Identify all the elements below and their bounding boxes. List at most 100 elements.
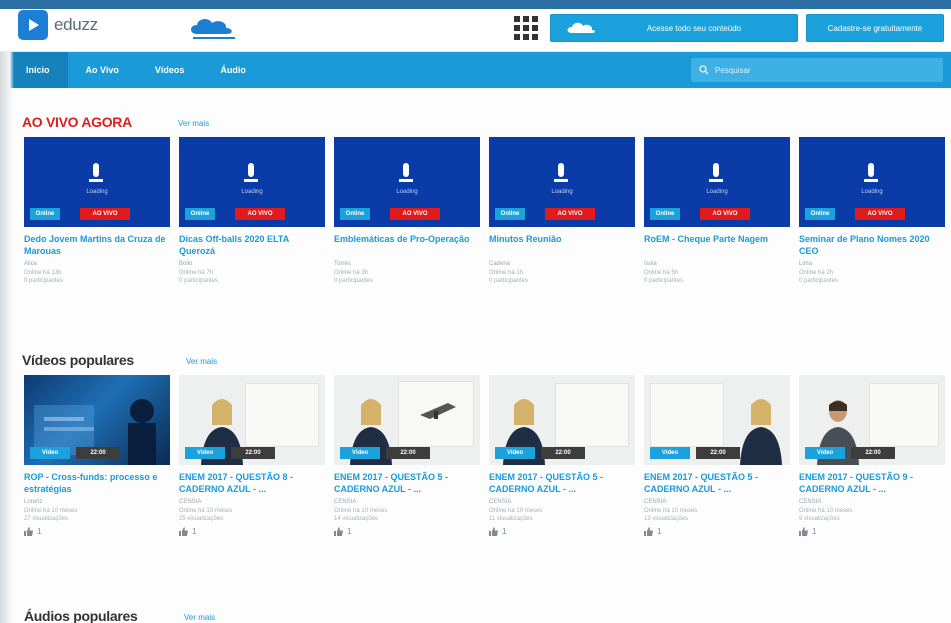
live-card-author[interactable]: Bolio xyxy=(179,261,325,269)
like-row[interactable]: 1 xyxy=(24,527,170,536)
live-card[interactable]: Loading Online AO VIVO Emblemáticas de P… xyxy=(334,137,480,285)
video-card-title[interactable]: ENEM 2017 - QUESTÃO 9 - CADERNO AZUL - .… xyxy=(799,471,945,495)
cloud-access-button[interactable]: Acesse todo seu conteúdo xyxy=(550,14,798,42)
live-caption: Loading xyxy=(86,189,108,195)
video-card-title[interactable]: ENEM 2017 - QUESTÃO 5 - CADERNO AZUL - .… xyxy=(644,471,790,495)
video-card-author[interactable]: CENSIA xyxy=(334,499,480,507)
live-card[interactable]: Loading Online AO VIVO RoEM - Cheque Par… xyxy=(644,137,790,285)
cloud-access-label: Acesse todo seu conteúdo xyxy=(646,23,742,33)
duration-badge: 22:00 xyxy=(851,447,895,459)
video-thumbnail[interactable]: Vídeo 22:00 xyxy=(179,375,325,465)
video-thumbnail[interactable]: Vídeo 22:00 xyxy=(799,375,945,465)
like-count: 1 xyxy=(812,527,817,536)
video-thumbnail[interactable]: Vídeo 22:00 xyxy=(334,375,480,465)
live-card-author[interactable]: Cadena xyxy=(489,261,635,269)
nav-live[interactable]: Ao Vivo xyxy=(68,52,137,88)
live-card[interactable]: Loading Online AO VIVO Minutos Reunião C… xyxy=(489,137,635,285)
online-badge: Online xyxy=(805,208,835,220)
like-count: 1 xyxy=(657,527,662,536)
live-badge: AO VIVO xyxy=(80,208,130,220)
live-card-title[interactable]: Seminar de Plano Nomes 2020 CEO xyxy=(799,233,945,257)
live-card-viewers: 0 participantes xyxy=(489,278,529,284)
nav-videos[interactable]: Vídeos xyxy=(137,52,203,88)
live-thumbnail[interactable]: Loading Online AO VIVO xyxy=(24,137,170,227)
live-see-all-link[interactable]: Ver mais xyxy=(178,119,209,128)
broadcast-icon xyxy=(89,163,103,182)
live-badge: AO VIVO xyxy=(700,208,750,220)
search-input[interactable]: Pesquisar xyxy=(691,58,943,82)
live-card-time: Online há 5h xyxy=(644,270,679,276)
live-card-time: Online há 3h xyxy=(334,270,369,276)
thumbs-up-icon xyxy=(799,527,808,536)
presenter-image xyxy=(740,399,782,465)
thumbs-up-icon xyxy=(644,527,653,536)
video-card[interactable]: Vídeo 22:00 ENEM 2017 - QUESTÃO 5 - CADE… xyxy=(334,375,480,536)
video-card-author[interactable]: CENSIA xyxy=(179,499,325,507)
search-placeholder: Pesquisar xyxy=(715,65,751,75)
video-card-author[interactable]: CENSIA xyxy=(644,499,790,507)
video-card[interactable]: Vídeo 22:00 ENEM 2017 - QUESTÃO 8 - CADE… xyxy=(179,375,325,536)
broadcast-icon xyxy=(554,163,568,182)
video-card-time: Online há 10 meses xyxy=(644,508,698,514)
brand-logo[interactable]: eduzz xyxy=(18,9,98,41)
search-icon xyxy=(699,65,709,75)
video-card-time: Online há 10 meses xyxy=(489,508,543,514)
live-card-title[interactable]: Minutos Reunião xyxy=(489,233,635,257)
video-card-time: Online há 10 meses xyxy=(334,508,388,514)
live-thumbnail[interactable]: Loading Online AO VIVO xyxy=(179,137,325,227)
signup-button[interactable]: Cadastre-se gratuitamente xyxy=(806,14,944,42)
live-thumbnail[interactable]: Loading Online AO VIVO xyxy=(799,137,945,227)
live-caption: Loading xyxy=(861,189,883,195)
live-card-author[interactable]: Lima xyxy=(799,261,945,269)
live-card[interactable]: Loading Online AO VIVO Dicas Off-balls 2… xyxy=(179,137,325,285)
live-thumbnail[interactable]: Loading Online AO VIVO xyxy=(489,137,635,227)
video-card[interactable]: Vídeo 22:00 ENEM 2017 - QUESTÃO 5 - CADE… xyxy=(644,375,790,536)
video-thumbnail[interactable]: Vídeo 22:00 xyxy=(24,375,170,465)
live-thumbnail[interactable]: Loading Online AO VIVO xyxy=(644,137,790,227)
diagram-image xyxy=(420,403,456,419)
video-card-title[interactable]: ENEM 2017 - QUESTÃO 5 - CADERNO AZUL - .… xyxy=(334,471,480,495)
live-card-author[interactable]: Alice xyxy=(24,261,170,269)
nav-audio[interactable]: Áudio xyxy=(202,52,264,88)
live-caption: Loading xyxy=(551,189,573,195)
live-card-time: Online há 7h xyxy=(179,270,214,276)
video-card-title[interactable]: ROP - Cross-funds: processo e estratégia… xyxy=(24,471,170,495)
video-card-views: 13 visualizações xyxy=(644,516,689,522)
video-card[interactable]: Vídeo 22:00 ENEM 2017 - QUESTÃO 5 - CADE… xyxy=(489,375,635,536)
video-card-title[interactable]: ENEM 2017 - QUESTÃO 5 - CADERNO AZUL - .… xyxy=(489,471,635,495)
like-row[interactable]: 1 xyxy=(179,527,325,536)
video-card[interactable]: Vídeo 22:00 ROP - Cross-funds: processo … xyxy=(24,375,170,536)
live-card-time: Online há 13h xyxy=(24,270,62,276)
online-badge: Online xyxy=(650,208,680,220)
live-card-title[interactable]: Emblemáticas de Pro-Operação xyxy=(334,233,480,257)
live-badge: AO VIVO xyxy=(545,208,595,220)
broadcast-icon xyxy=(709,163,723,182)
like-row[interactable]: 1 xyxy=(644,527,790,536)
video-card-author[interactable]: CENSIA xyxy=(489,499,635,507)
video-card-author[interactable]: Lorenz xyxy=(24,499,170,507)
live-card-title[interactable]: Dedo Jovem Martins da Cruza de Marouas xyxy=(24,233,170,257)
like-row[interactable]: 1 xyxy=(334,527,480,536)
video-thumbnail[interactable]: Vídeo 22:00 xyxy=(644,375,790,465)
video-card[interactable]: Vídeo 22:00 ENEM 2017 - QUESTÃO 9 - CADE… xyxy=(799,375,945,536)
online-badge: Online xyxy=(495,208,525,220)
live-card[interactable]: Loading Online AO VIVO Dedo Jovem Martin… xyxy=(24,137,170,285)
videos-see-all-link[interactable]: Ver mais xyxy=(186,357,217,366)
like-row[interactable]: 1 xyxy=(799,527,945,536)
thumbs-up-icon xyxy=(489,527,498,536)
live-card-author[interactable]: Isola xyxy=(644,261,790,269)
video-card-author[interactable]: CENSIA xyxy=(799,499,945,507)
live-card-title[interactable]: Dicas Off-balls 2020 ELTA Querozá xyxy=(179,233,325,257)
apps-grid-icon[interactable] xyxy=(514,16,538,40)
like-row[interactable]: 1 xyxy=(489,527,635,536)
online-badge: Online xyxy=(340,208,370,220)
live-card-author[interactable]: Torres xyxy=(334,261,480,269)
live-thumbnail[interactable]: Loading Online AO VIVO xyxy=(334,137,480,227)
live-card-title[interactable]: RoEM - Cheque Parte Nagem xyxy=(644,233,790,257)
live-card-viewers: 0 participantes xyxy=(644,278,684,284)
live-card[interactable]: Loading Online AO VIVO Seminar de Plano … xyxy=(799,137,945,285)
nav-home[interactable]: Início xyxy=(8,52,68,88)
video-thumbnail[interactable]: Vídeo 22:00 xyxy=(489,375,635,465)
video-card-title[interactable]: ENEM 2017 - QUESTÃO 8 - CADERNO AZUL - .… xyxy=(179,471,325,495)
audios-see-all-link[interactable]: Ver mais xyxy=(184,613,215,622)
